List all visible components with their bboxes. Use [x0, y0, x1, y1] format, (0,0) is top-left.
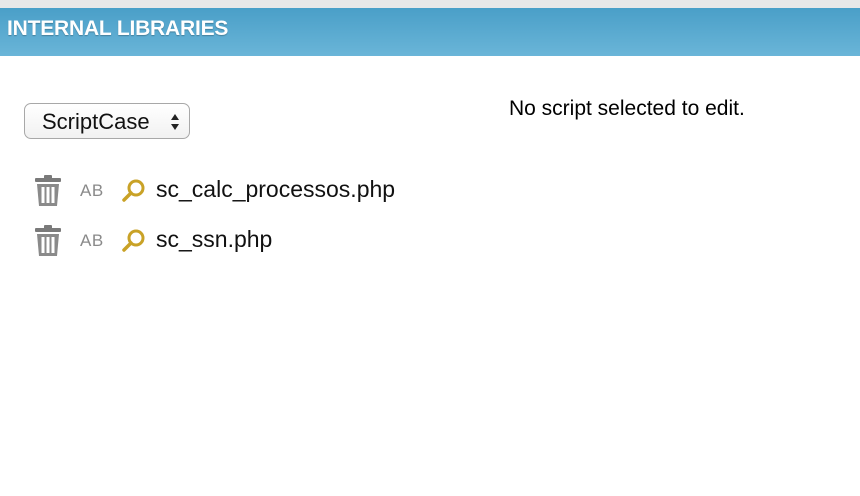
window-top-strip [0, 0, 860, 8]
file-name[interactable]: sc_calc_processos.php [156, 176, 395, 203]
header-bar: INTERNAL LIBRARIES [0, 8, 860, 56]
rename-icon[interactable]: AB [80, 231, 104, 251]
file-name[interactable]: sc_ssn.php [156, 226, 272, 253]
select-arrows-icon [171, 114, 179, 130]
search-icon[interactable] [121, 228, 147, 254]
no-script-message: No script selected to edit. [509, 97, 745, 120]
list-item: AB sc_ssn.php [34, 223, 454, 259]
search-icon[interactable] [121, 178, 147, 204]
list-item: AB sc_calc_processos.php [34, 173, 454, 209]
page-title: INTERNAL LIBRARIES [7, 17, 229, 40]
library-select-value: ScriptCase [42, 109, 150, 134]
rename-icon[interactable]: AB [80, 181, 104, 201]
library-select[interactable]: ScriptCase [24, 103, 190, 139]
trash-icon[interactable] [34, 225, 62, 257]
trash-icon[interactable] [34, 175, 62, 207]
